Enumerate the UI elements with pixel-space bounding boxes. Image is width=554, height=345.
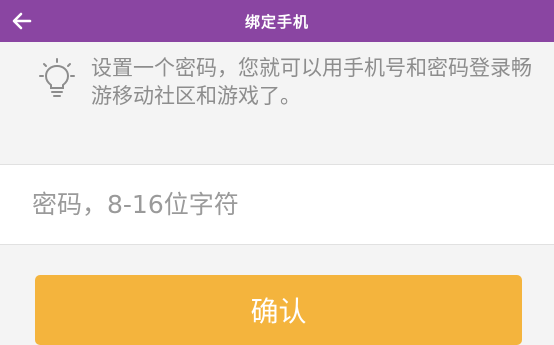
- password-row: [0, 164, 554, 245]
- page-title: 绑定手机: [244, 12, 309, 31]
- app-bar: 绑定手机: [0, 0, 554, 42]
- tip-section: 设置一个密码，您就可以用手机号和密码登录畅游移动社区和游戏了。: [36, 54, 536, 114]
- arrow-left-icon: [12, 12, 32, 30]
- back-button[interactable]: [6, 5, 38, 37]
- lightbulb-icon: [39, 58, 75, 97]
- tip-text: 设置一个密码，您就可以用手机号和密码登录畅游移动社区和游戏了。: [91, 56, 532, 108]
- confirm-button[interactable]: 确认: [35, 275, 522, 345]
- password-input[interactable]: [32, 165, 522, 244]
